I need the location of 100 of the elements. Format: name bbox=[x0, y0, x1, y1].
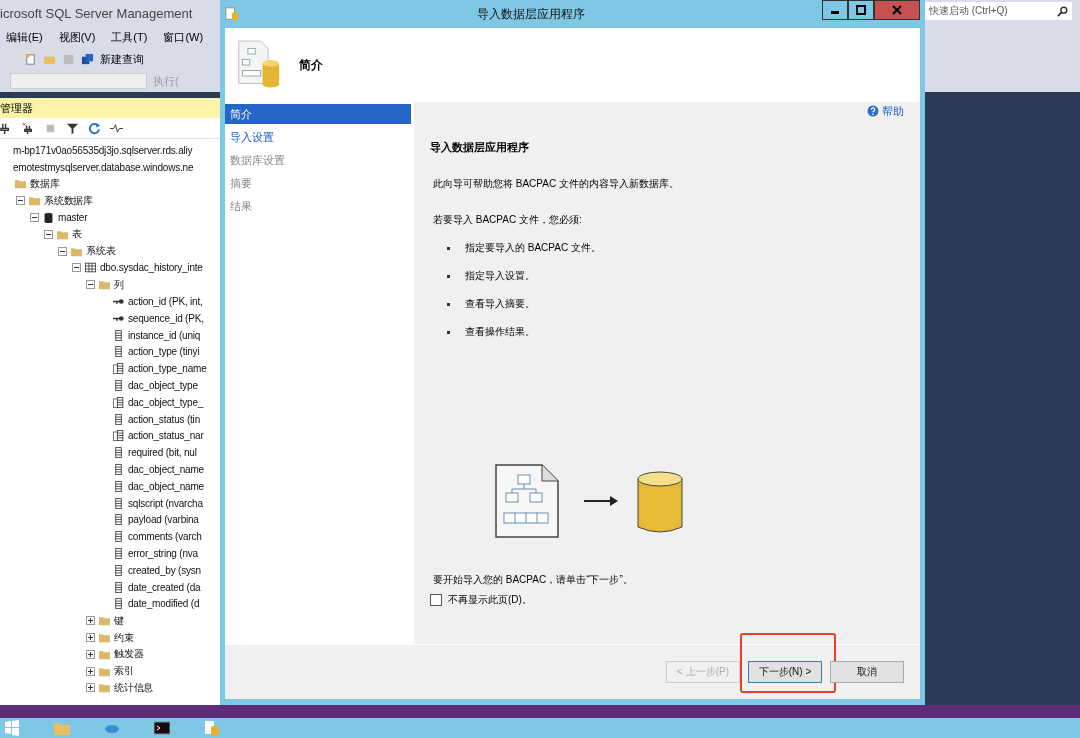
folder-icon bbox=[71, 245, 82, 257]
column-icon bbox=[113, 497, 124, 509]
activity-icon[interactable] bbox=[110, 121, 123, 135]
expand-toggle[interactable] bbox=[30, 213, 39, 223]
nav-item[interactable]: 导入设置 bbox=[225, 127, 411, 147]
menu-item[interactable]: 视图(V) bbox=[58, 30, 96, 46]
tree-item[interactable]: dac_object_name bbox=[128, 480, 204, 492]
step-text: 查看操作结果。 bbox=[465, 325, 535, 339]
column-icon bbox=[113, 380, 124, 392]
tree-item[interactable]: 键 bbox=[114, 613, 124, 628]
expand-toggle[interactable] bbox=[86, 649, 95, 659]
menu-item[interactable]: 工具(T) bbox=[111, 30, 148, 46]
tree-item[interactable]: 系统数据库 bbox=[44, 193, 93, 208]
minimize-button[interactable] bbox=[822, 0, 848, 20]
help-icon[interactable] bbox=[867, 105, 879, 117]
folder-icon bbox=[99, 279, 110, 291]
database-icon bbox=[43, 212, 54, 224]
tree-item[interactable]: action_status_nar bbox=[128, 430, 204, 442]
nav-item[interactable]: 简介 bbox=[225, 104, 411, 124]
search-icon[interactable] bbox=[1057, 5, 1068, 17]
tree-item[interactable]: 数据库 bbox=[30, 177, 60, 191]
tree-item[interactable]: sqlscript (nvarcha bbox=[128, 497, 203, 509]
nav-item[interactable]: 摘要 bbox=[225, 173, 411, 193]
tree-item[interactable]: dbo.sysdac_history_inte bbox=[100, 262, 203, 274]
expand-toggle[interactable] bbox=[86, 280, 95, 290]
column-icon bbox=[113, 548, 124, 559]
save-all-icon[interactable] bbox=[81, 52, 94, 66]
tree-item[interactable]: 列 bbox=[114, 277, 124, 292]
section-heading: 导入数据层应用程序 bbox=[430, 140, 530, 155]
expand-toggle[interactable] bbox=[58, 246, 67, 256]
dialog-title: 导入数据层应用程序 bbox=[475, 5, 586, 23]
column-icon bbox=[113, 329, 124, 341]
column-icon bbox=[113, 581, 124, 593]
bullet-icon bbox=[447, 302, 450, 306]
tree-item[interactable]: action_status (tin bbox=[128, 413, 200, 425]
tree-item[interactable]: created_by (sysn bbox=[128, 564, 201, 576]
tree-item[interactable]: 系统表 bbox=[86, 244, 116, 259]
column-icon bbox=[113, 480, 124, 492]
expand-toggle[interactable] bbox=[86, 616, 95, 626]
expand-toggle[interactable] bbox=[72, 263, 81, 273]
expand-toggle[interactable] bbox=[44, 229, 53, 239]
tree-item[interactable]: master bbox=[58, 212, 88, 224]
tree-item[interactable]: 触发器 bbox=[114, 647, 144, 662]
column-icon bbox=[113, 447, 124, 459]
tree-item[interactable]: instance_id (uniq bbox=[128, 329, 201, 341]
tree-item[interactable]: dac_object_name bbox=[128, 464, 204, 476]
window-title: icrosoft SQL Server Management bbox=[0, 0, 220, 28]
folder-icon bbox=[99, 632, 110, 643]
tree-item[interactable]: action_type_name bbox=[128, 363, 207, 375]
expand-toggle[interactable] bbox=[86, 633, 95, 642]
tree-item[interactable]: date_created (da bbox=[128, 581, 201, 593]
dialog-button[interactable]: 取消 bbox=[830, 661, 904, 683]
folder-icon bbox=[15, 178, 26, 190]
maximize-button[interactable] bbox=[848, 0, 874, 20]
filter-icon[interactable] bbox=[66, 121, 79, 135]
tree-item[interactable]: error_string (nva bbox=[128, 548, 198, 559]
page-title: 简介 bbox=[299, 56, 323, 74]
column-icon bbox=[113, 564, 124, 576]
tree-item[interactable]: 表 bbox=[72, 227, 82, 242]
nav-item[interactable]: 结果 bbox=[225, 196, 411, 216]
app-icon bbox=[225, 7, 239, 21]
help-link[interactable]: 帮助 bbox=[882, 103, 904, 119]
tree-item[interactable]: emotestmysqlserver.database.windows.ne bbox=[13, 161, 194, 173]
terminal-icon[interactable] bbox=[154, 720, 170, 736]
folder-icon bbox=[29, 195, 40, 207]
expand-toggle[interactable] bbox=[86, 683, 95, 693]
dialog-button[interactable]: 下一步(N) > bbox=[748, 661, 822, 683]
tree-item[interactable]: action_id (PK, int, bbox=[128, 296, 203, 308]
tree-item[interactable]: m-bp171v0ao56535dj3jo.sqlserver.rds.aliy bbox=[13, 144, 193, 156]
bullet-icon bbox=[447, 274, 450, 278]
tree-item[interactable]: payload (varbina bbox=[128, 514, 199, 526]
menu-item[interactable]: 编辑(E) bbox=[6, 30, 43, 46]
menu-item[interactable]: 窗口(W) bbox=[163, 30, 204, 46]
expand-toggle[interactable] bbox=[16, 196, 25, 206]
tree-item[interactable]: comments (varch bbox=[128, 531, 202, 543]
tree-item[interactable]: action_type (tinyi bbox=[128, 346, 200, 358]
tree-item[interactable]: 统计信息 bbox=[114, 680, 154, 695]
new-query-button[interactable]: 新建查询 bbox=[100, 51, 144, 67]
column-icon bbox=[113, 514, 124, 526]
close-button[interactable] bbox=[874, 0, 920, 20]
disconnect-icon[interactable] bbox=[22, 121, 35, 135]
column-icon bbox=[113, 413, 124, 425]
tree-item[interactable]: required (bit, nul bbox=[128, 447, 197, 459]
tree-item[interactable]: sequence_id (PK, bbox=[128, 312, 204, 324]
tree-item[interactable]: date_modified (d bbox=[128, 598, 200, 610]
refresh-icon[interactable] bbox=[88, 121, 101, 135]
requirements-text: 若要导入 BACPAC 文件，您必须: bbox=[432, 213, 583, 227]
column-icon bbox=[113, 598, 124, 610]
new-document-icon[interactable] bbox=[24, 52, 37, 66]
checkbox[interactable] bbox=[430, 594, 442, 606]
folder-icon bbox=[99, 648, 110, 660]
tree-item[interactable]: dac_object_type bbox=[128, 380, 198, 392]
tree-item[interactable]: 索引 bbox=[114, 664, 134, 679]
quick-launch-field[interactable]: 快速启动 (Ctrl+Q) bbox=[925, 2, 1072, 20]
tree-item[interactable]: dac_object_type_ bbox=[128, 396, 204, 408]
bullet-icon bbox=[447, 246, 450, 250]
expand-toggle[interactable] bbox=[86, 666, 95, 676]
tree-item[interactable]: 约束 bbox=[114, 630, 134, 645]
folder-icon bbox=[99, 682, 110, 694]
nav-item[interactable]: 数据库设置 bbox=[225, 150, 411, 170]
